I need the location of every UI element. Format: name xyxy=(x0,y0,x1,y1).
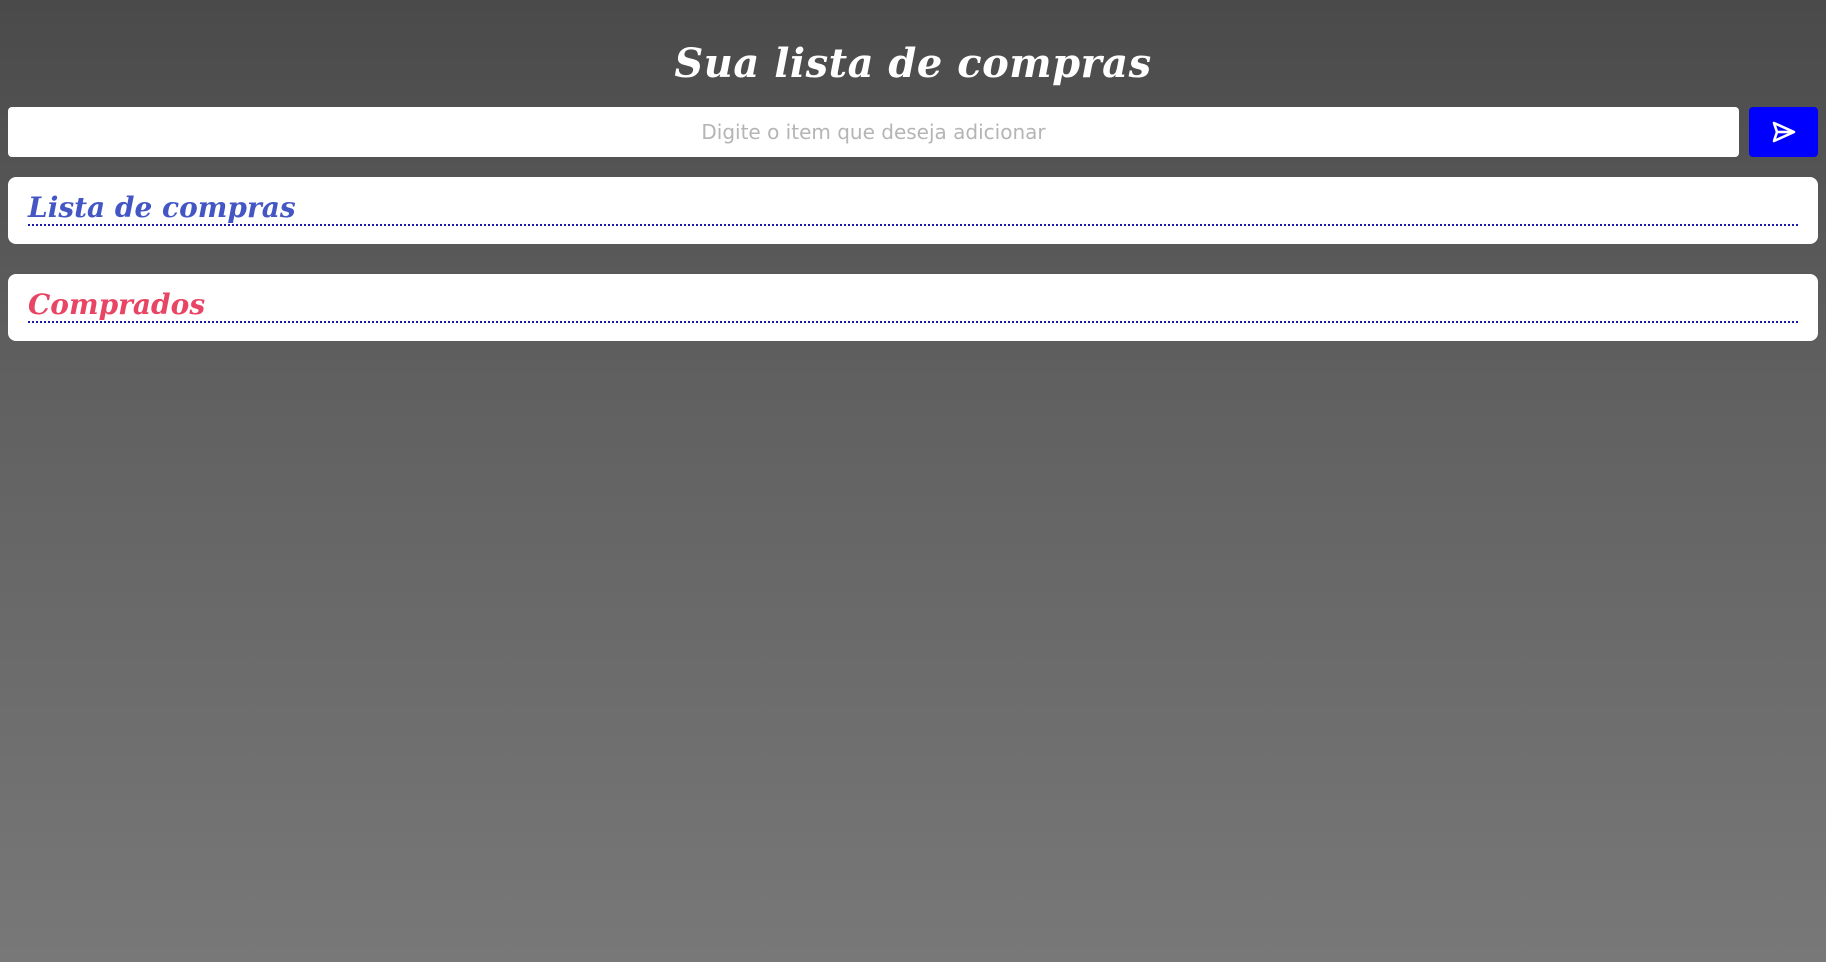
shopping-list-title: Lista de compras xyxy=(28,177,1798,226)
add-item-form xyxy=(8,107,1818,157)
shopping-list-card: Lista de compras xyxy=(8,177,1818,244)
send-icon xyxy=(1772,121,1795,143)
item-input[interactable] xyxy=(8,107,1739,157)
bought-list-card: Comprados xyxy=(8,274,1818,341)
add-item-button[interactable] xyxy=(1749,107,1818,157)
bought-list-title: Comprados xyxy=(28,274,1798,323)
page-title: Sua lista de compras xyxy=(674,39,1152,87)
